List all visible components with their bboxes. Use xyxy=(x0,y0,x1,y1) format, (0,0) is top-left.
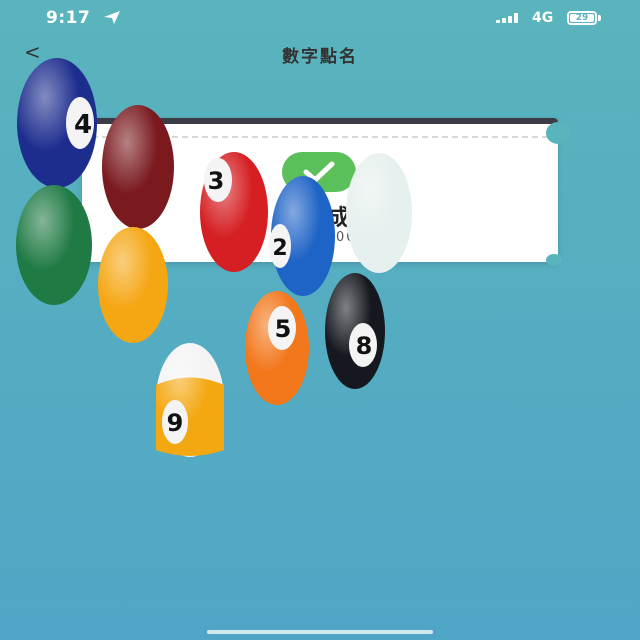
ball-yellow xyxy=(98,227,168,343)
ball-number: 5 xyxy=(275,315,292,343)
billiard-balls-overlay: 4 3 2 5 8 9 xyxy=(16,58,412,457)
ball-green xyxy=(16,185,92,305)
ball-orange-5: 5 xyxy=(245,291,309,405)
ball-black-8: 8 xyxy=(325,273,385,389)
ball-number: 8 xyxy=(356,332,373,360)
ball-number: 4 xyxy=(74,110,92,140)
ball-red-3: 3 xyxy=(200,152,268,272)
ball-blue-2: 2 xyxy=(269,176,335,296)
ball-striped-9: 9 xyxy=(156,343,224,457)
ball-maroon xyxy=(102,105,174,229)
ball-number: 2 xyxy=(272,236,287,261)
ball-blue-4: 4 xyxy=(17,58,97,188)
home-indicator[interactable] xyxy=(207,630,433,634)
ball-number: 3 xyxy=(208,167,225,195)
ball-number: 9 xyxy=(167,409,184,437)
ball-white-cue xyxy=(346,153,412,273)
